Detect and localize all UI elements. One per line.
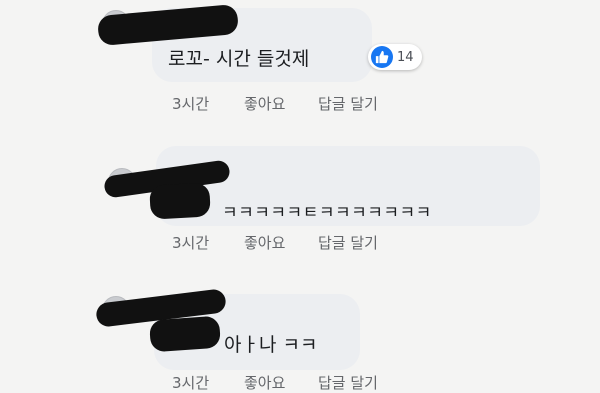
comment-text: 아ㅏ나 ㅋㅋ [224,334,318,356]
comment-text: ㅋㅋㅋㅋㅋㅌㅋㅋㅋㅋㅋㅋㅋ [222,203,432,223]
redacted-name-tag [149,182,211,220]
reaction-badge[interactable]: 14 [368,44,422,70]
reaction-count: 14 [397,49,414,65]
reply-button[interactable]: 답글 달기 [318,232,378,253]
thumbs-up-icon [371,46,393,68]
reply-button[interactable]: 답글 달기 [318,372,378,393]
like-button[interactable]: 좋아요 [244,372,285,393]
reply-button[interactable]: 답글 달기 [318,93,378,114]
timestamp[interactable]: 3시간 [172,232,209,253]
comment-text: 로꼬- 시간 들것제 [168,48,310,70]
like-button[interactable]: 좋아요 [244,232,285,253]
like-button[interactable]: 좋아요 [244,93,285,114]
timestamp[interactable]: 3시간 [172,372,209,393]
redacted-name-tag [148,315,222,353]
timestamp[interactable]: 3시간 [172,93,209,114]
